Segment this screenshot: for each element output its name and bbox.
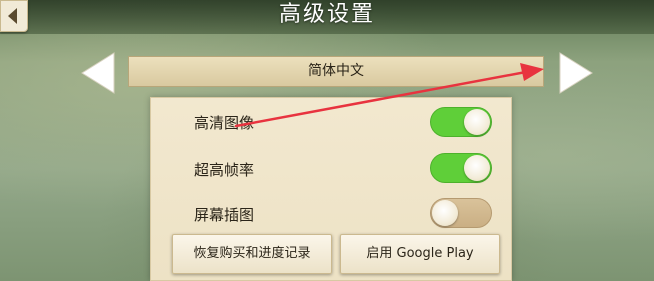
high-fps-label: 超高帧率 [194, 161, 255, 179]
toggle-knob [464, 155, 490, 181]
language-selector[interactable]: 简体中文 [128, 56, 544, 87]
hd-graphics-label: 高清图像 [194, 114, 255, 132]
back-button[interactable] [0, 0, 28, 32]
next-language-button[interactable] [558, 51, 594, 95]
restore-purchases-button[interactable]: 恢复购买和进度记录 [172, 234, 332, 274]
back-arrow-icon [8, 8, 17, 24]
previous-language-button[interactable] [80, 51, 116, 95]
hd-graphics-toggle[interactable] [430, 107, 492, 137]
toggle-knob [464, 109, 490, 135]
enable-google-play-button[interactable]: 启用 Google Play [340, 234, 500, 274]
high-fps-toggle[interactable] [430, 153, 492, 183]
screen-illustrations-toggle[interactable] [430, 198, 492, 228]
toggle-knob [432, 200, 458, 226]
page-title: 高级设置 [278, 2, 375, 27]
screen-illustrations-label: 屏幕插图 [194, 206, 255, 224]
